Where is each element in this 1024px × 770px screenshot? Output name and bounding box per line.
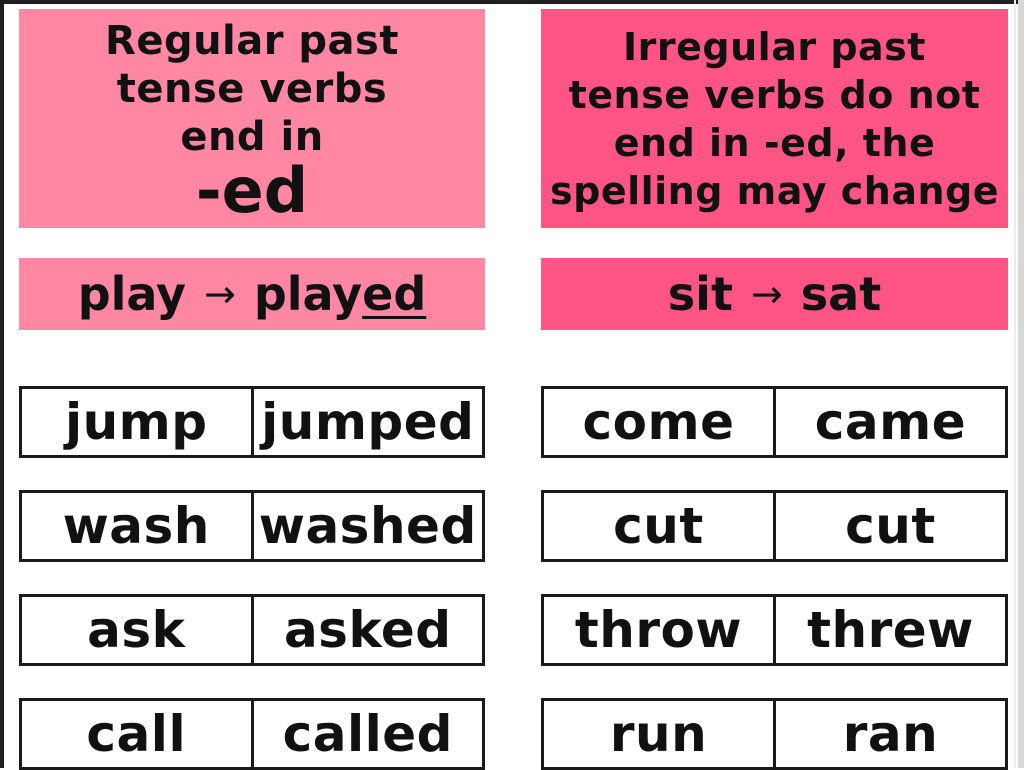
verb-pair-row: throw threw xyxy=(541,594,1008,666)
verb-pair-row: come came xyxy=(541,386,1008,458)
present-verb-cell: call xyxy=(86,705,187,763)
past-verb-cell: came xyxy=(773,389,1005,455)
rule-line: Irregular past xyxy=(623,24,926,69)
example-base-verb: play xyxy=(77,267,186,321)
verb-pair-row: wash washed xyxy=(19,490,485,562)
past-verb-cell: threw xyxy=(773,597,1005,663)
regular-example-card: play → played xyxy=(19,258,485,330)
verb-pair-row: run ran xyxy=(541,698,1008,770)
present-verb-cell: throw xyxy=(574,601,743,659)
rule-line: tense verbs xyxy=(116,65,388,112)
rule-line: Regular past xyxy=(105,17,399,64)
frame-left-border xyxy=(0,0,4,768)
present-verb-cell: come xyxy=(582,393,735,451)
past-verb-cell: ran xyxy=(773,701,1005,767)
rule-line: spelling may change xyxy=(550,168,999,213)
regular-rule-card: Regular past tense verbs end in -ed xyxy=(19,9,485,228)
arrow-right-icon: → xyxy=(204,272,236,316)
verb-pair-row: ask asked xyxy=(19,594,485,666)
example-past-verb: sat xyxy=(800,267,882,321)
past-verb-cell: jumped xyxy=(250,389,483,455)
verb-pair-row: call called xyxy=(19,698,485,770)
arrow-right-icon: → xyxy=(750,272,783,316)
past-verb-cell: washed xyxy=(250,493,483,559)
past-verb-cell: asked xyxy=(250,597,483,663)
irregular-example-card: sit → sat xyxy=(541,258,1008,330)
frame-right-line xyxy=(1014,0,1016,768)
present-verb-cell: ask xyxy=(87,601,186,659)
frame-top-border xyxy=(0,0,1024,4)
past-verb-cell: called xyxy=(250,701,483,767)
frame-right-border xyxy=(1018,0,1024,768)
present-verb-cell: cut xyxy=(613,497,704,555)
present-verb-cell: wash xyxy=(62,497,210,555)
example-past-verb: played xyxy=(254,267,426,321)
verb-pair-row: cut cut xyxy=(541,490,1008,562)
irregular-rule-card: Irregular past tense verbs do not end in… xyxy=(541,9,1008,228)
past-verb-cell: cut xyxy=(773,493,1005,559)
present-verb-cell: run xyxy=(609,705,708,763)
past-stem: play xyxy=(253,267,363,321)
rule-line: end in -ed, the xyxy=(613,120,936,165)
rule-emphasis-suffix: -ed xyxy=(195,153,309,227)
rule-line: tense verbs do not xyxy=(568,72,981,117)
verb-pair-row: jump jumped xyxy=(19,386,485,458)
past-suffix-underlined: ed xyxy=(362,267,427,321)
present-verb-cell: jump xyxy=(64,393,208,451)
example-base-verb: sit xyxy=(667,267,733,321)
